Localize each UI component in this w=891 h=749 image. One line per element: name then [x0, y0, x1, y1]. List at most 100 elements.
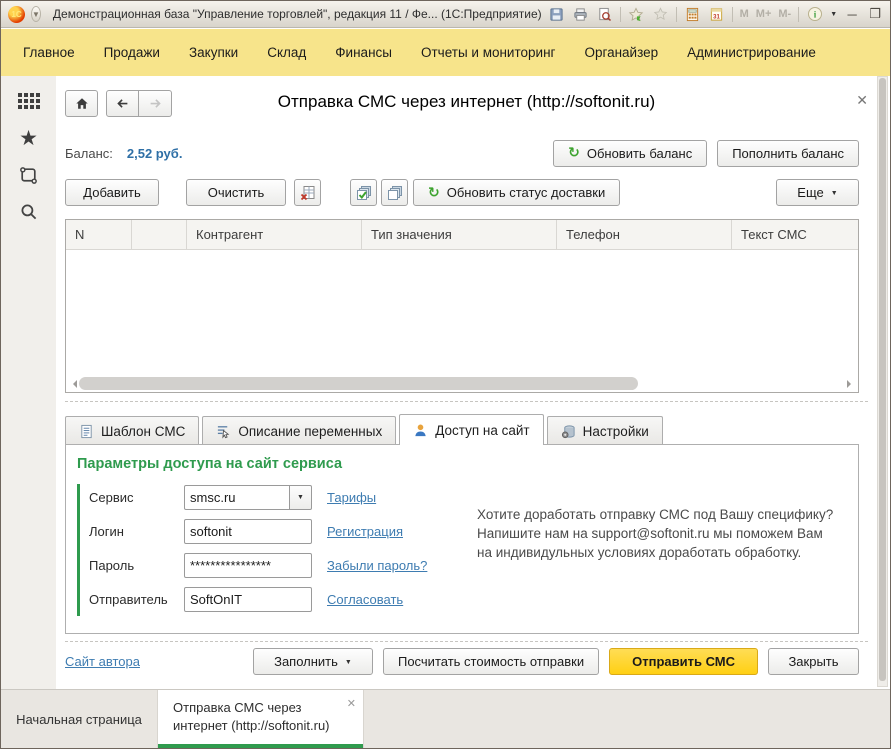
password-field[interactable] — [184, 552, 312, 578]
menu-sklad[interactable]: Склад — [267, 45, 306, 60]
window-title: Демонстрационная база "Управление торгов… — [52, 7, 542, 21]
delete-table-icon — [300, 185, 314, 200]
delete-row-button[interactable] — [294, 179, 321, 206]
support-note-line: на индивидульных условиях доработать обр… — [477, 545, 802, 560]
balance-label: Баланс: — [65, 145, 113, 161]
set-flags-button[interactable] — [350, 179, 377, 206]
refresh-status-button[interactable]: ↻ Обновить статус доставки — [413, 179, 621, 206]
minimize-button[interactable]: ─ — [844, 7, 860, 22]
scrollbar-thumb[interactable] — [79, 377, 639, 390]
refresh-icon: ↻ — [568, 145, 580, 161]
service-combobox[interactable] — [184, 484, 290, 510]
toolbar: Добавить Очистить ↻ Обновить статус дост… — [65, 179, 859, 206]
tab-nastroiki[interactable]: Настройки — [546, 416, 663, 445]
registration-link[interactable]: Регистрация — [327, 524, 403, 539]
favorites-panel-icon[interactable]: ★ — [17, 126, 41, 150]
scrollbar-thumb[interactable] — [879, 78, 886, 681]
tab-nachalnaya-stranica[interactable]: Начальная страница — [1, 690, 158, 748]
column-n[interactable]: N — [66, 220, 132, 249]
tab-otpravka-sms[interactable]: Отправка СМС через интернет (http://soft… — [158, 690, 364, 748]
form-close-icon[interactable]: ✕ — [856, 92, 868, 109]
author-site-link[interactable]: Сайт автора — [65, 654, 140, 669]
column-kontragent[interactable]: Контрагент — [187, 220, 362, 249]
menu-finansy[interactable]: Финансы — [335, 45, 392, 60]
menu-glavnoe[interactable]: Главное — [23, 45, 75, 60]
tab-opisanie-peremennykh[interactable]: Описание переменных — [202, 416, 397, 445]
column-telefon[interactable]: Телефон — [557, 220, 732, 249]
horizontal-scrollbar[interactable] — [66, 375, 858, 392]
send-sms-button[interactable]: Отправить СМС — [609, 648, 758, 675]
add-button[interactable]: Добавить — [65, 179, 159, 206]
panel-heading: Параметры доступа на сайт сервиса — [77, 456, 343, 472]
group-accent-bar — [77, 484, 80, 616]
balance-row: Баланс: 2,52 руб. ↻ Обновить баланс Попо… — [65, 138, 859, 168]
form-area: Отправка СМС через интернет (http://soft… — [56, 76, 890, 689]
footer-actions: Сайт автора Заполнить ▼ Посчитать стоимо… — [65, 648, 859, 675]
tab-shablon-sms[interactable]: Шаблон СМС — [65, 416, 200, 445]
menu-organizer[interactable]: Органайзер — [584, 45, 658, 60]
scroll-left-icon[interactable] — [69, 379, 77, 388]
support-note-line: Хотите доработать отправку СМС под Вашу … — [477, 507, 834, 522]
info-icon[interactable]: i — [806, 6, 823, 22]
refresh-balance-button[interactable]: ↻ Обновить баланс — [553, 139, 708, 167]
column-flag[interactable] — [132, 220, 187, 249]
topup-balance-button[interactable]: Пополнить баланс — [717, 139, 859, 167]
fill-button[interactable]: Заполнить ▼ — [252, 648, 373, 675]
clear-flags-button[interactable] — [381, 179, 408, 206]
table-body-empty[interactable] — [66, 250, 858, 375]
balance-value: 2,52 руб. — [126, 145, 183, 161]
tab-label-line1: Отправка СМС через — [173, 700, 302, 715]
template-icon — [81, 424, 92, 438]
active-tab-underline — [158, 744, 363, 748]
maximize-button[interactable]: ❒ — [867, 6, 883, 22]
tab-close-icon[interactable]: ✕ — [347, 695, 356, 713]
main-menu: Главное Продажи Закупки Склад Финансы От… — [1, 29, 890, 76]
calc-cost-button[interactable]: Посчитать стоимость отправки — [382, 648, 600, 675]
favorites-icon[interactable] — [652, 6, 669, 22]
login-field[interactable] — [184, 518, 312, 544]
memory-subtract-button[interactable]: M- — [778, 8, 791, 20]
functions-menu-icon[interactable] — [17, 89, 41, 113]
menu-administrirovanie[interactable]: Администрирование — [687, 45, 816, 60]
clear-button[interactable]: Очистить — [186, 179, 286, 206]
print-icon[interactable] — [572, 6, 589, 22]
approve-sender-link[interactable]: Согласовать — [327, 592, 403, 607]
menu-prodazhi[interactable]: Продажи — [104, 45, 160, 60]
service-label: Сервис — [89, 489, 134, 505]
titlebar: 1С ▼ Демонстрационная база "Управление т… — [1, 1, 890, 28]
add-favorite-icon[interactable] — [628, 6, 645, 22]
check-all-icon — [356, 185, 371, 200]
password-label: Пароль — [89, 557, 135, 573]
separator — [65, 641, 868, 642]
1c-logo-icon: 1С — [8, 5, 25, 23]
more-button[interactable]: Еще ▼ — [776, 179, 859, 206]
column-tip-znacheniya[interactable]: Тип значения — [362, 220, 557, 249]
sender-field[interactable] — [184, 586, 312, 612]
tariffs-link[interactable]: Тарифы — [327, 490, 376, 505]
search-icon[interactable] — [17, 200, 41, 224]
forgot-password-link[interactable]: Забыли пароль? — [327, 558, 427, 573]
scroll-right-icon[interactable] — [847, 379, 855, 388]
service-dropdown-button[interactable]: ▼ — [290, 484, 312, 510]
tab-dostup-na-sait[interactable]: Доступ на сайт — [399, 414, 544, 445]
memory-recall-button[interactable]: M — [740, 8, 749, 20]
login-label: Логин — [89, 523, 124, 539]
close-form-button[interactable]: Закрыть — [768, 648, 859, 675]
preview-icon[interactable] — [596, 6, 613, 22]
tab-label-line2: интернет (http://softonit.ru) — [173, 718, 330, 733]
info-dropdown-icon[interactable]: ▼ — [830, 11, 837, 18]
vertical-scrollbar[interactable] — [877, 76, 888, 687]
history-icon[interactable] — [17, 163, 41, 187]
calendar-icon[interactable]: 31 — [708, 6, 725, 22]
calculator-icon[interactable] — [684, 6, 701, 22]
memory-add-button[interactable]: M+ — [756, 8, 772, 20]
separator — [65, 401, 868, 402]
menu-zakupki[interactable]: Закупки — [189, 45, 238, 60]
uncheck-all-icon — [387, 185, 402, 200]
access-panel: Параметры доступа на сайт сервиса Сервис… — [65, 444, 859, 634]
save-icon[interactable] — [548, 6, 565, 22]
menu-otchety[interactable]: Отчеты и мониторинг — [421, 45, 555, 60]
system-menu-button[interactable]: ▼ — [31, 6, 41, 22]
column-tekst-sms[interactable]: Текст СМС — [732, 220, 858, 249]
sms-table: N Контрагент Тип значения Телефон Текст … — [65, 219, 859, 393]
